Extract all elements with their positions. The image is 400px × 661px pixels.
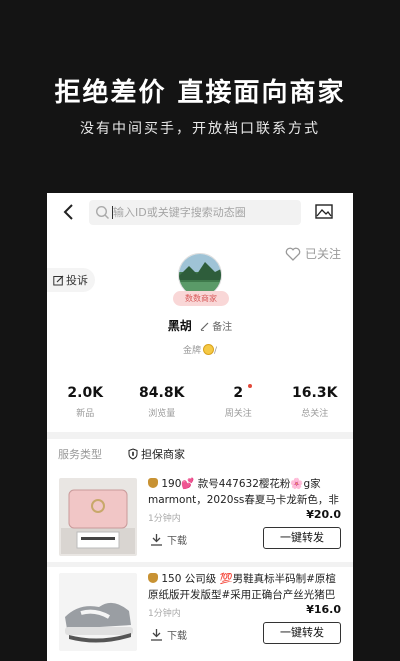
complain-label: 投诉 [66, 274, 88, 287]
search-input[interactable] [113, 200, 297, 225]
product-price: ¥16.0 [306, 603, 341, 616]
stat-total-follow[interactable]: 16.3K 总关注 [277, 376, 354, 430]
money-bag-icon [148, 573, 158, 583]
app-screen: 已关注 投诉 数数商家 黑胡 [47, 193, 353, 661]
product-description-text: 150 公司级 💯男鞋真标半码制#原楦原纸版开发版型#采用正确台产丝光猪巴革麂皮… [148, 573, 336, 601]
product-image[interactable] [59, 478, 137, 556]
promo-headline: 拒绝差价 直接面向商家 [54, 78, 346, 108]
pencil-icon [200, 322, 209, 331]
stat-value: 84.8K [139, 385, 185, 401]
stat-views[interactable]: 84.8K 浏览量 [124, 376, 201, 430]
tab-service-type[interactable]: 服务类型 [58, 446, 102, 462]
search-icon [95, 205, 109, 219]
product-image[interactable] [59, 573, 137, 651]
download-icon [151, 534, 162, 546]
smile-emoji-icon [202, 344, 214, 355]
complain-button[interactable]: 投诉 [47, 268, 95, 292]
product-description: 190💕 款号447632樱花粉🌸g家marmont，2020ss春夏马卡龙新色… [148, 476, 344, 508]
product-card[interactable]: 150 公司级 💯男鞋真标半码制#原楦原纸版开发版型#采用正确台产丝光猪巴革麂皮… [47, 565, 353, 659]
image-icon[interactable] [315, 204, 333, 219]
product-price: ¥20.0 [306, 508, 341, 521]
tab-guarantee-label: 担保商家 [141, 448, 185, 461]
download-button[interactable]: 下载 [150, 532, 187, 547]
remark-label: 备注 [212, 322, 233, 333]
heart-icon [285, 247, 301, 261]
product-description-text: 190💕 款号447632樱花粉🌸g家marmont，2020ss春夏马卡龙新色… [148, 478, 339, 506]
follow-label: 已关注 [304, 247, 341, 261]
stat-label: 新品 [76, 409, 95, 419]
merchant-badge: 数数商家 [173, 291, 229, 306]
stat-value: 2.0K [67, 385, 104, 401]
download-label: 下载 [167, 536, 187, 547]
forward-button[interactable]: 一键转发 [263, 527, 341, 549]
stat-new[interactable]: 2.0K 新品 [47, 376, 124, 430]
stat-value: 16.3K [292, 385, 338, 401]
edit-icon [53, 275, 64, 285]
tab-guarantee-merchant[interactable]: 担保商家 [128, 446, 185, 462]
remark-button[interactable]: 备注 [200, 322, 232, 333]
medal-row: 金牌 / [182, 344, 218, 356]
merchant-profile: 已关注 投诉 数数商家 黑胡 备注 金牌 / [47, 231, 353, 376]
medal-label: 金牌 [182, 346, 201, 356]
product-time: 1分钟内 [148, 514, 181, 524]
download-icon [151, 629, 162, 641]
product-time: 1分钟内 [148, 609, 181, 619]
money-bag-icon [148, 478, 158, 488]
chevron-left-icon[interactable] [61, 203, 77, 221]
follow-button[interactable]: 已关注 [285, 245, 341, 262]
download-label: 下载 [167, 631, 187, 642]
search-bar[interactable] [89, 200, 301, 225]
stat-weekly-follow[interactable]: 2 周关注 [200, 376, 277, 430]
promo-subline: 没有中间买手，开放档口联系方式 [80, 121, 320, 137]
forward-button[interactable]: 一键转发 [263, 622, 341, 644]
product-description: 150 公司级 💯男鞋真标半码制#原楦原纸版开发版型#采用正确台产丝光猪巴革麂皮… [148, 571, 344, 603]
section-divider [47, 432, 353, 439]
notification-dot [248, 384, 252, 388]
product-card[interactable]: 190💕 款号447632樱花粉🌸g家marmont，2020ss春夏马卡龙新色… [47, 470, 353, 564]
stat-label: 周关注 [224, 409, 252, 419]
stat-label: 浏览量 [148, 409, 176, 419]
merchant-name: 黑胡 [167, 319, 192, 333]
stat-label: 总关注 [301, 409, 329, 419]
download-button[interactable]: 下载 [150, 627, 187, 642]
stat-value: 2 [233, 385, 244, 401]
stats-row: 2.0K 新品 84.8K 浏览量 2 周关注 16.3K 总关注 [47, 376, 353, 430]
shield-icon [128, 448, 138, 460]
filter-tabs: 服务类型 担保商家 [47, 439, 353, 469]
top-bar [47, 193, 353, 231]
merchant-name-row: 黑胡 备注 [47, 317, 353, 334]
